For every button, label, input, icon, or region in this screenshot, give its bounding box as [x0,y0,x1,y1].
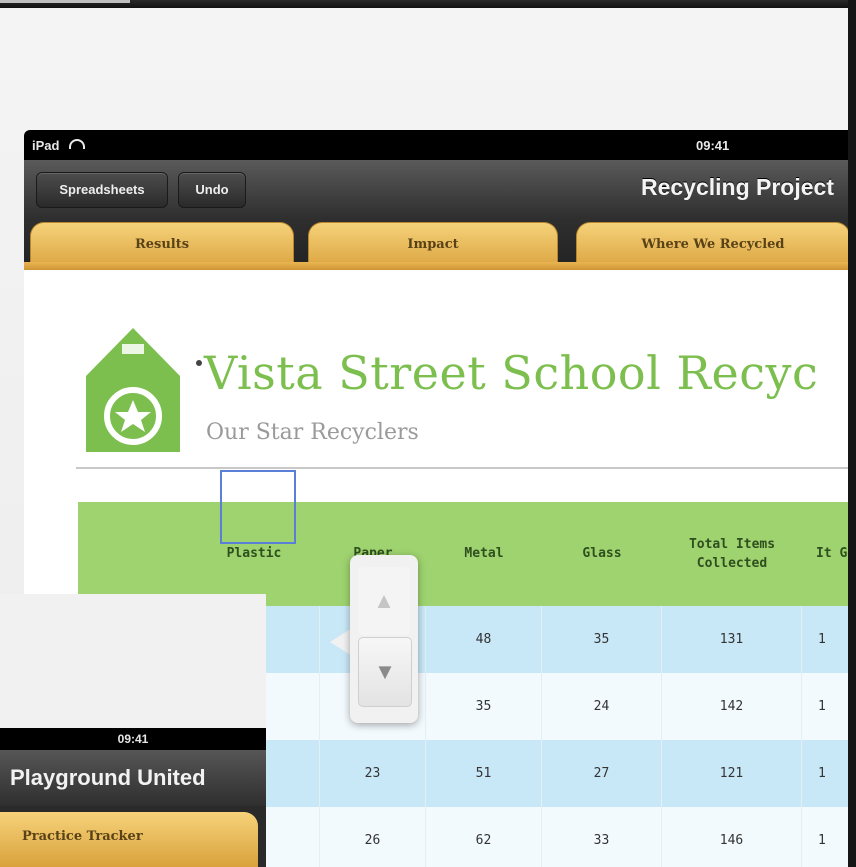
stepper-popover-arrow [330,628,352,656]
top-frame-highlight [0,0,130,3]
navigation-bar: Spreadsheets Undo Recycling Project [24,160,848,218]
table-cell[interactable]: 121 [662,740,802,807]
stepper-increment-button[interactable]: ▲ [358,567,410,635]
table-cell[interactable]: 35 [542,606,662,673]
recycle-house-logo-icon [86,328,180,452]
right-frame-edge [848,0,856,867]
table-cell[interactable]: 1 [802,606,848,673]
sheet-tab-bar: Results Impact Where We Recycled [24,218,848,271]
second-device-status-time: 09:41 [0,728,266,750]
column-header-total[interactable]: Total Items Collected [662,502,802,606]
undo-button[interactable]: Undo [178,172,246,208]
status-bar: iPad 09:41 [24,130,848,160]
column-header-items-goal[interactable]: It Go [802,502,848,606]
table-cell[interactable]: 51 [426,740,542,807]
column-header-glass[interactable]: Glass [542,502,662,606]
stepper-decrement-button[interactable]: ▼ [358,637,412,707]
value-stepper-popover: ▲ ▼ [350,555,418,723]
sheet-subtitle[interactable]: Our Star Recyclers [206,420,419,445]
table-cell[interactable]: 1 [802,807,848,867]
table-cell[interactable]: 1 [802,673,848,740]
arrow-down-icon: ▼ [374,659,396,684]
table-cell[interactable]: 35 [426,673,542,740]
table-cell[interactable]: 146 [662,807,802,867]
column-header-metal[interactable]: Metal [426,502,542,606]
table-cell[interactable]: 23 [320,740,426,807]
table-cell[interactable]: 48 [426,606,542,673]
table-cell[interactable]: 26 [320,807,426,867]
table-cell[interactable]: 131 [662,606,802,673]
tab-shelf [24,262,848,270]
table-header-row: Plastic Paper Metal Glass Total Items Co… [78,502,848,606]
second-device-preview: 09:41 Playground United Practice Tracker [0,594,266,867]
bullet-marker [196,360,202,366]
table-cell[interactable]: 27 [542,740,662,807]
spreadsheets-button[interactable]: Spreadsheets [36,172,168,208]
page-title: Recycling Project [640,174,834,200]
table-cell[interactable]: 24 [542,673,662,740]
table-cell[interactable]: 142 [662,673,802,740]
status-carrier: iPad [32,138,86,153]
column-header[interactable] [78,502,188,606]
tab-practice-tracker[interactable]: Practice Tracker [0,812,258,867]
sheet-title[interactable]: Vista Street School Recyc [204,346,818,400]
title-divider [76,467,848,469]
status-time: 09:41 [696,138,730,153]
second-device-tab-bar: Practice Tracker [0,806,266,867]
table-cell[interactable]: 33 [542,807,662,867]
wifi-icon [69,139,86,149]
selected-cell-outline[interactable] [220,470,296,544]
table-cell[interactable]: 62 [426,807,542,867]
arrow-up-icon: ▲ [373,588,395,613]
carrier-label: iPad [32,138,60,153]
table-cell[interactable]: 1 [802,740,848,807]
second-device-title: Playground United [0,750,266,806]
